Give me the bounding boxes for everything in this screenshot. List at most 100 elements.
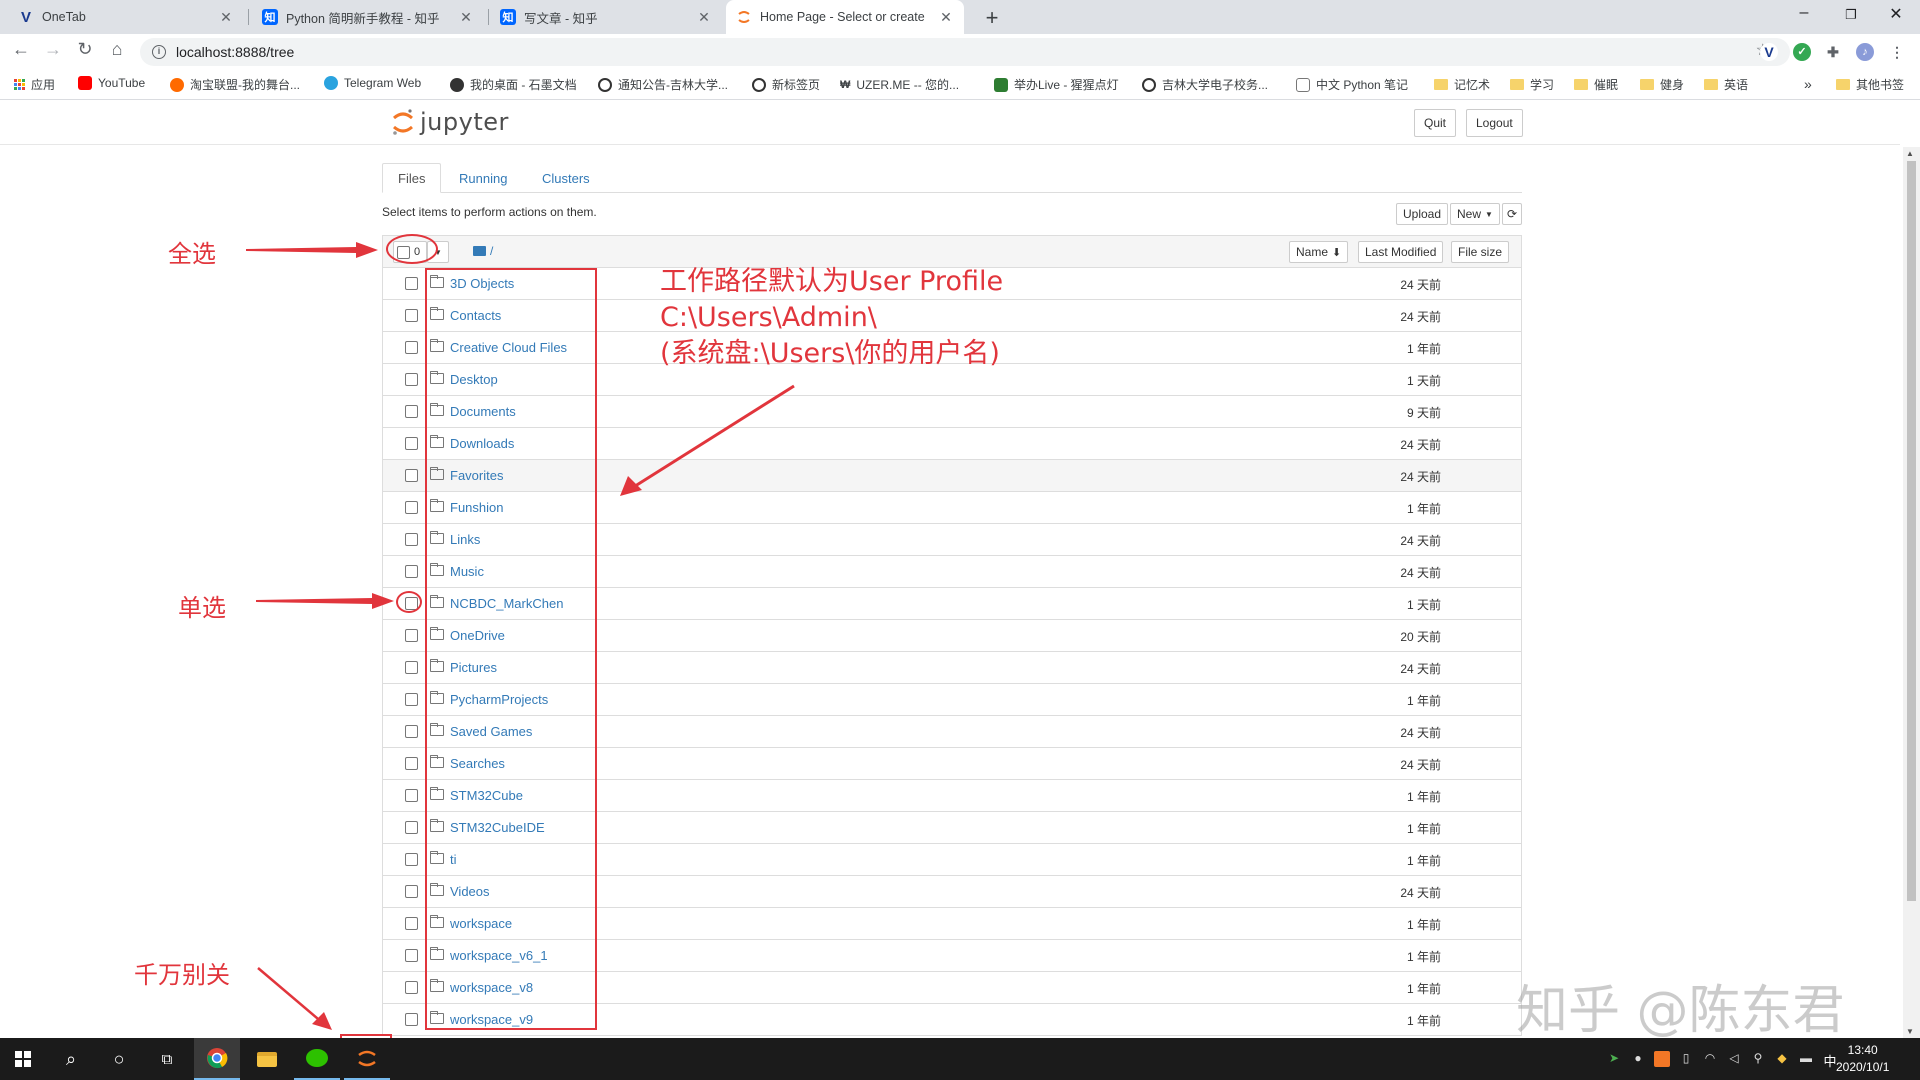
row-checkbox[interactable] xyxy=(405,917,418,930)
restore-button[interactable]: ❐ xyxy=(1831,7,1871,23)
close-icon[interactable]: ✕ xyxy=(458,9,474,26)
breadcrumb[interactable]: / xyxy=(490,244,493,258)
sort-size-button[interactable]: File size xyxy=(1451,241,1510,263)
menu-dots-icon[interactable]: ⋮ xyxy=(1888,43,1906,61)
row-checkbox[interactable] xyxy=(405,437,418,450)
tab-clusters[interactable]: Clusters xyxy=(527,163,605,193)
bookmark-jlu-affairs[interactable]: 吉林大学电子校务... xyxy=(1142,76,1268,93)
chrome-taskbar-icon[interactable] xyxy=(194,1038,240,1080)
bookmark-uzer[interactable]: ₩ UZER.ME -- 您的... xyxy=(840,76,959,93)
logout-button[interactable]: Logout xyxy=(1466,109,1523,137)
quit-button[interactable]: Quit xyxy=(1414,109,1457,137)
jupyter-logo[interactable]: jupyter xyxy=(392,107,509,137)
tray-network-icon[interactable]: ⚲ xyxy=(1750,1051,1766,1067)
bookmark-folder-fitness[interactable]: 健身 xyxy=(1640,76,1684,93)
close-window-button[interactable]: ✕ xyxy=(1876,4,1916,24)
row-checkbox[interactable] xyxy=(405,885,418,898)
bookmark-shimo[interactable]: 我的桌面 - 石墨文档 xyxy=(450,76,577,93)
breadcrumb-folder-icon[interactable] xyxy=(473,246,486,256)
bookmark-python-notes[interactable]: 中文 Python 笔记 xyxy=(1296,76,1408,93)
minimize-button[interactable]: – xyxy=(1784,4,1824,22)
row-checkbox[interactable] xyxy=(405,277,418,290)
sort-modified-button[interactable]: Last Modified xyxy=(1358,241,1444,263)
bookmark-apps[interactable]: 应用 xyxy=(14,76,55,93)
tray-qq-icon[interactable]: ● xyxy=(1630,1051,1646,1067)
tab-files[interactable]: Files xyxy=(382,163,442,193)
row-checkbox[interactable] xyxy=(405,661,418,674)
bookmark-telegram[interactable]: Telegram Web xyxy=(324,76,421,90)
jupyter-taskbar-icon[interactable] xyxy=(344,1038,390,1080)
bookmark-newtab[interactable]: 新标签页 xyxy=(752,76,820,93)
browser-tab-onetab[interactable]: V OneTab ✕ xyxy=(8,0,244,34)
tray-volume-icon[interactable]: ◁ xyxy=(1726,1051,1742,1067)
tray-shield-icon[interactable]: ◆ xyxy=(1774,1051,1790,1067)
bookmark-folder-hypnosis[interactable]: 催眠 xyxy=(1574,76,1618,93)
cortana-icon[interactable]: ○ xyxy=(96,1038,142,1080)
row-checkbox[interactable] xyxy=(405,693,418,706)
row-checkbox[interactable] xyxy=(405,405,418,418)
page-scrollbar[interactable]: ▲ ▼ xyxy=(1903,147,1920,1038)
forward-icon[interactable]: → xyxy=(40,39,66,60)
bookmark-jlu-notice[interactable]: 通知公告-吉林大学... xyxy=(598,76,728,93)
browser-tab-jupyter[interactable]: Home Page - Select or create ✕ xyxy=(726,0,964,34)
row-checkbox[interactable] xyxy=(405,309,418,322)
row-checkbox[interactable] xyxy=(405,565,418,578)
browser-tab-zhihu-python[interactable]: 知 Python 简明新手教程 - 知乎 ✕ xyxy=(252,0,484,34)
bookmark-other[interactable]: 其他书签 xyxy=(1836,76,1904,93)
bookmark-folder-study[interactable]: 学习 xyxy=(1510,76,1554,93)
profile-avatar[interactable]: ♪ xyxy=(1856,43,1874,61)
row-checkbox[interactable] xyxy=(405,853,418,866)
task-view-icon[interactable]: ⧉ xyxy=(144,1038,190,1080)
tray-wifi-icon[interactable]: ◠ xyxy=(1702,1051,1718,1067)
refresh-button[interactable]: ⟳ xyxy=(1502,203,1522,225)
tray-app-icon[interactable] xyxy=(1654,1051,1670,1067)
onetab-extension-icon[interactable]: V xyxy=(1760,43,1778,61)
bookmark-folder-memory[interactable]: 记忆术 xyxy=(1434,76,1490,93)
bookmarks-more-button[interactable]: » xyxy=(1804,76,1812,92)
tray-usb-icon[interactable]: ▯ xyxy=(1678,1051,1694,1067)
extensions-puzzle-icon[interactable]: ✚ xyxy=(1824,43,1842,61)
close-icon[interactable]: ✕ xyxy=(218,9,234,26)
row-checkbox[interactable] xyxy=(405,789,418,802)
wechat-icon[interactable] xyxy=(294,1038,340,1080)
address-bar[interactable]: i localhost:8888/tree ☆ xyxy=(140,38,1790,66)
back-icon[interactable]: ← xyxy=(8,39,34,60)
row-checkbox[interactable] xyxy=(405,629,418,642)
scroll-down-icon[interactable]: ▼ xyxy=(1906,1027,1914,1036)
row-checkbox[interactable] xyxy=(405,501,418,514)
row-checkbox[interactable] xyxy=(405,373,418,386)
info-icon[interactable]: i xyxy=(152,45,166,59)
home-icon[interactable]: ⌂ xyxy=(104,39,130,60)
bookmark-folder-english[interactable]: 英语 xyxy=(1704,76,1748,93)
row-checkbox[interactable] xyxy=(405,981,418,994)
row-checkbox[interactable] xyxy=(405,821,418,834)
row-checkbox[interactable] xyxy=(405,469,418,482)
check-extension-icon[interactable]: ✓ xyxy=(1793,43,1811,61)
tray-arrow-icon[interactable]: ➤ xyxy=(1606,1051,1622,1067)
search-icon[interactable]: ⌕ xyxy=(48,1038,94,1080)
close-icon[interactable]: ✕ xyxy=(696,9,712,26)
reload-icon[interactable]: ↻ xyxy=(72,39,98,60)
close-icon[interactable]: ✕ xyxy=(938,9,954,26)
new-tab-button[interactable]: + xyxy=(978,5,1006,31)
bookmark-live[interactable]: 举办Live - 猩猩点灯 xyxy=(994,76,1119,93)
browser-tab-zhihu-write[interactable]: 知 写文章 - 知乎 ✕ xyxy=(490,0,722,34)
row-checkbox[interactable] xyxy=(405,757,418,770)
bookmark-youtube[interactable]: YouTube xyxy=(78,76,145,90)
scroll-up-icon[interactable]: ▲ xyxy=(1906,149,1914,158)
tray-keyboard-icon[interactable]: ▬ xyxy=(1798,1051,1814,1067)
row-checkbox[interactable] xyxy=(405,949,418,962)
taskbar-clock[interactable]: 13:40 2020/10/1 xyxy=(1836,1042,1889,1076)
row-checkbox[interactable] xyxy=(405,341,418,354)
row-checkbox[interactable] xyxy=(405,1013,418,1026)
row-checkbox[interactable] xyxy=(405,533,418,546)
scrollbar-thumb[interactable] xyxy=(1907,161,1916,901)
upload-button[interactable]: Upload xyxy=(1396,203,1449,225)
windows-start-icon[interactable] xyxy=(0,1038,46,1080)
tab-running[interactable]: Running xyxy=(444,163,522,193)
row-checkbox[interactable] xyxy=(405,725,418,738)
new-button[interactable]: New ▼ xyxy=(1450,203,1500,225)
bookmark-taobao[interactable]: 淘宝联盟-我的舞台... xyxy=(170,76,300,93)
file-explorer-icon[interactable] xyxy=(244,1038,290,1080)
sort-name-button[interactable]: Name ⬇ xyxy=(1289,241,1349,263)
